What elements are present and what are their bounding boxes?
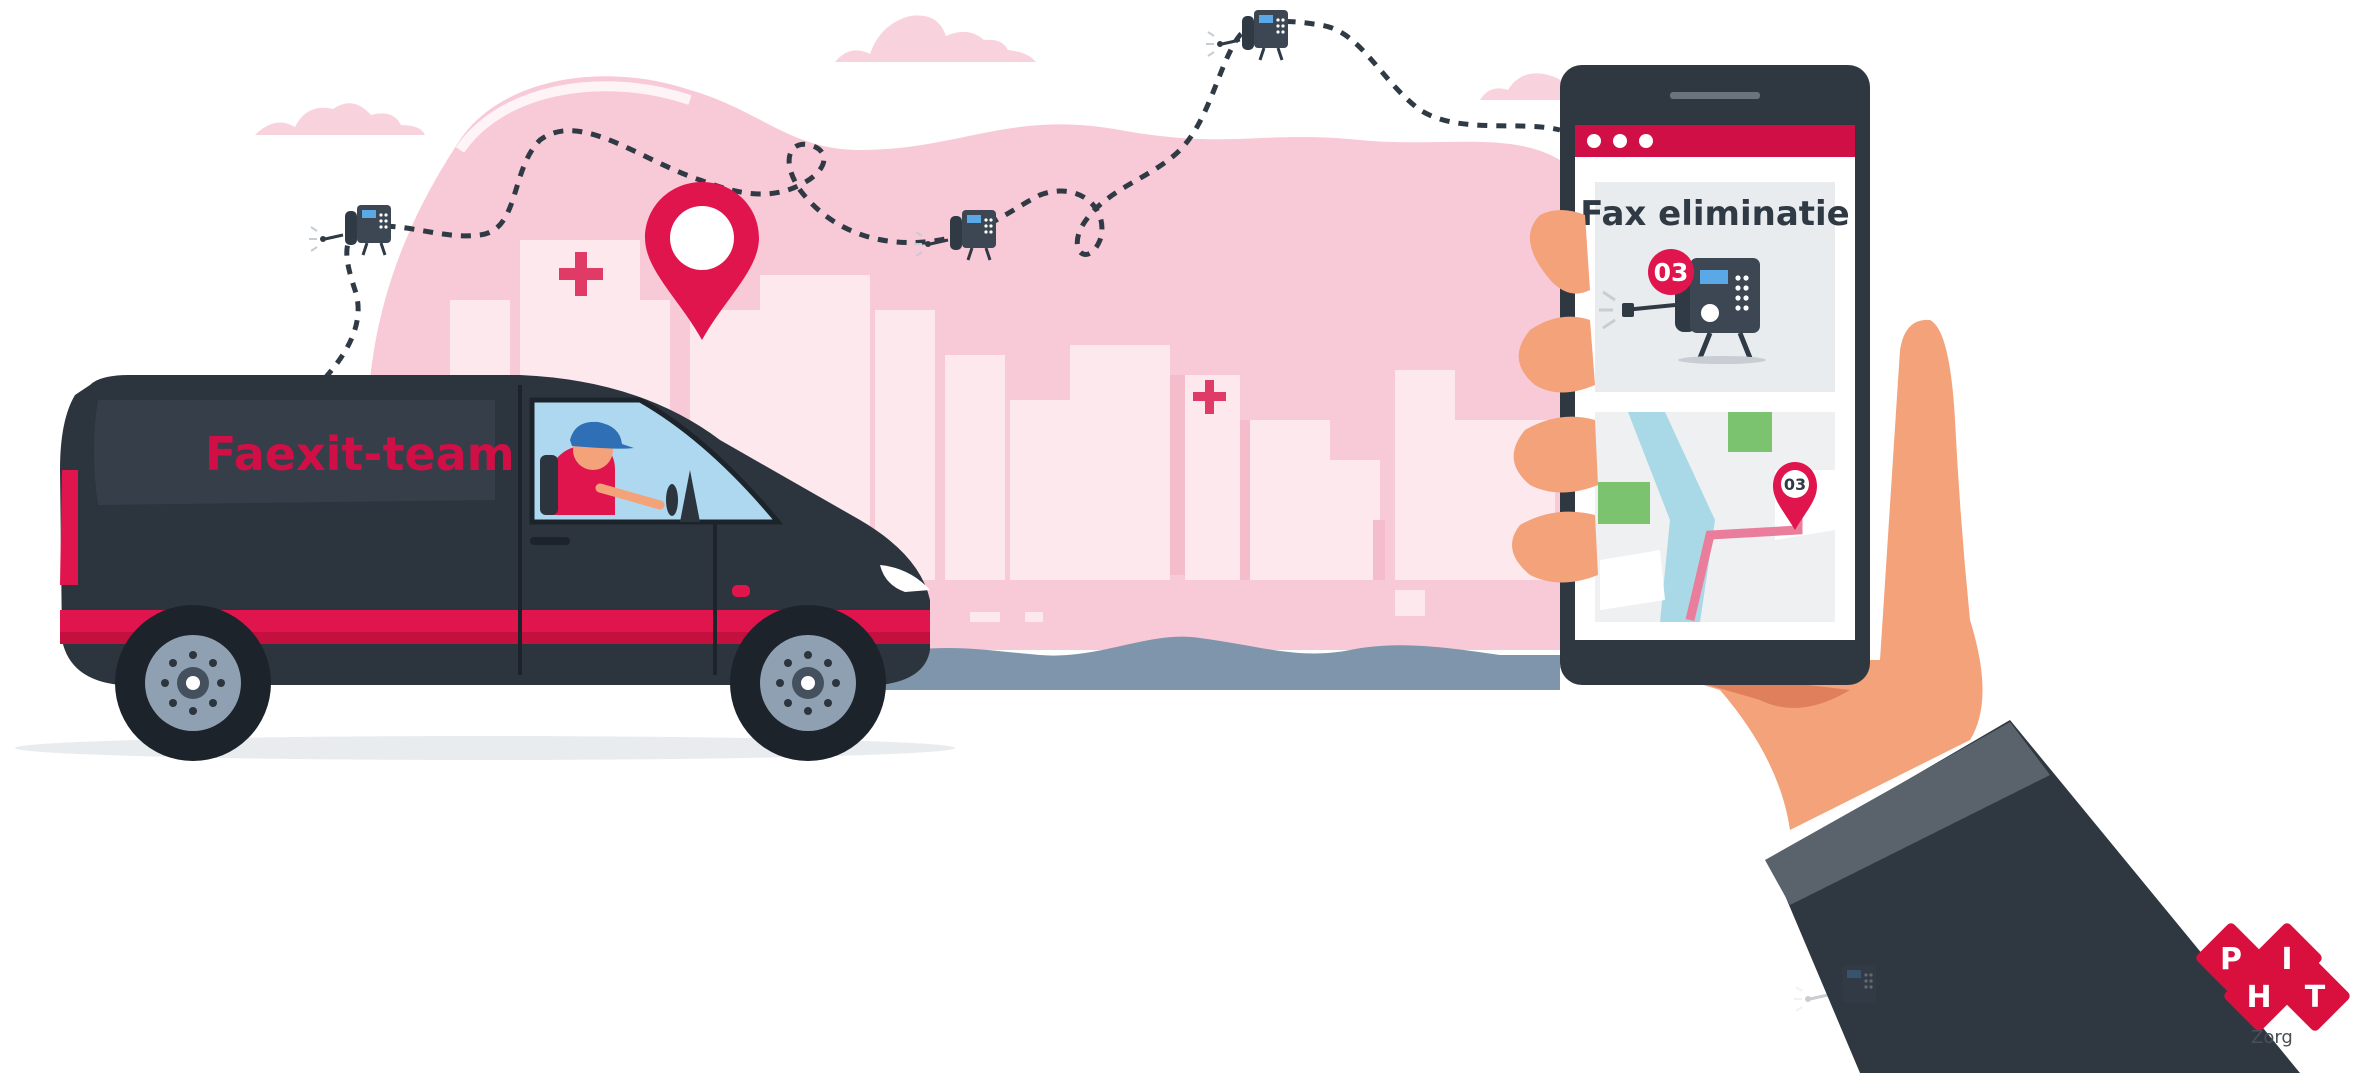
map-pin-label: 03 <box>1784 475 1806 494</box>
illustration-scene: Faexit-team Fax eliminatie 03 03 P I H T… <box>15 8 2350 1073</box>
wheel <box>115 605 271 761</box>
cloud-icon <box>835 15 1036 62</box>
cloud-icon <box>255 103 425 135</box>
svg-text:I: I <box>2281 942 2292 977</box>
smartphone: Fax eliminatie 03 03 <box>1560 65 1870 685</box>
map-card: 03 <box>1595 412 1835 622</box>
fax-robot-icon <box>1204 8 1290 62</box>
svg-text:T: T <box>2305 980 2326 1015</box>
window-dots <box>1587 134 1653 148</box>
app-title: Fax eliminatie <box>1580 194 1850 234</box>
fax-count-badge: 03 <box>1648 249 1694 295</box>
wheel <box>730 605 886 761</box>
logo-tagline: Zorg <box>2251 1027 2293 1048</box>
svg-text:H: H <box>2246 980 2271 1015</box>
svg-text:03: 03 <box>1654 258 1689 287</box>
svg-text:P: P <box>2220 942 2242 977</box>
van-label: Faexit-team <box>205 427 515 481</box>
fax-robot-icon <box>307 203 393 257</box>
